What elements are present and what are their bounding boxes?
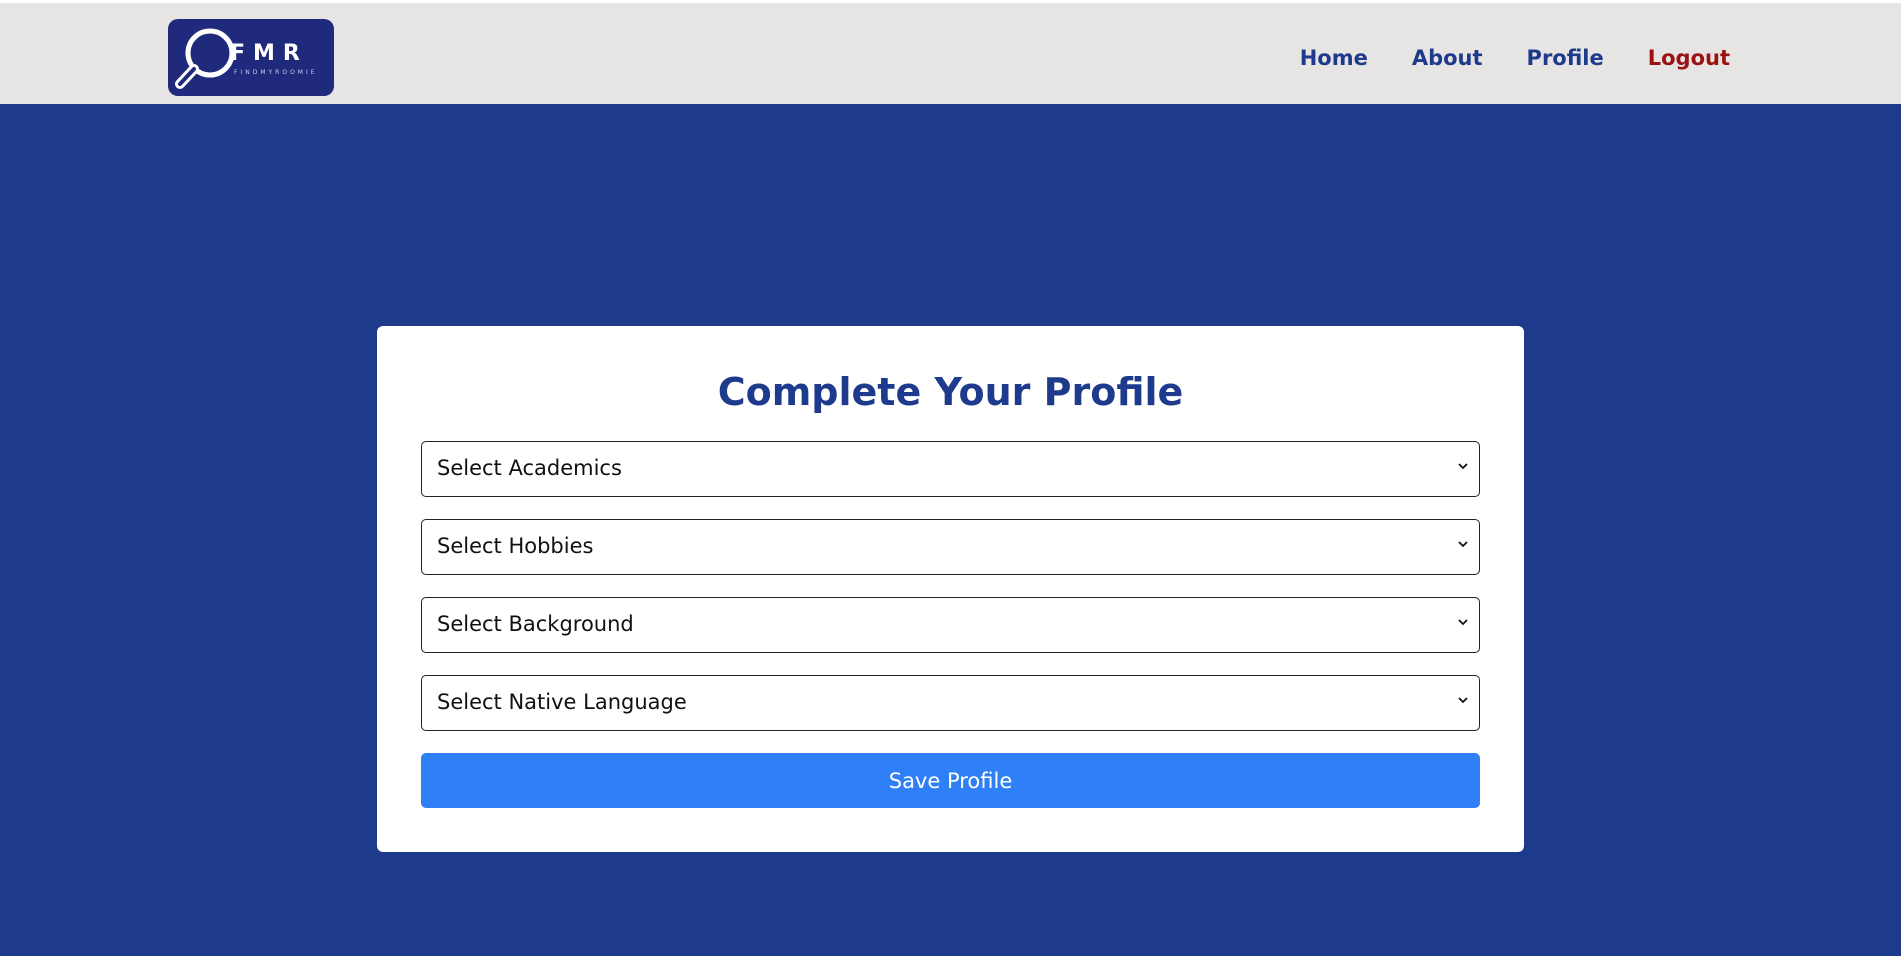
hobbies-select[interactable]: Select Hobbies — [421, 519, 1480, 575]
brand-logo[interactable]: FMR FINDMYROOMIE — [168, 19, 334, 96]
form-title: Complete Your Profile — [717, 370, 1184, 414]
hobbies-select-label: Select Hobbies — [437, 534, 594, 558]
nav-about-link[interactable]: About — [1412, 46, 1483, 70]
background-select[interactable]: Select Background — [421, 597, 1480, 653]
logo-text: FMR — [230, 41, 308, 66]
chevron-down-icon — [1458, 619, 1468, 626]
nav-profile-link[interactable]: Profile — [1527, 46, 1604, 70]
chevron-down-icon — [1458, 541, 1468, 548]
save-profile-button[interactable]: Save Profile — [421, 753, 1480, 808]
academics-select-label: Select Academics — [437, 456, 622, 480]
chevron-down-icon — [1458, 463, 1468, 470]
nav-home-link[interactable]: Home — [1300, 46, 1368, 70]
native-language-select-label: Select Native Language — [437, 690, 687, 714]
profile-form-card: Complete Your Profile Select Academics S… — [377, 326, 1524, 852]
main-nav: Home About Profile Logout — [1300, 46, 1730, 70]
academics-select[interactable]: Select Academics — [421, 441, 1480, 497]
nav-logout-link[interactable]: Logout — [1648, 46, 1730, 70]
chevron-down-icon — [1458, 697, 1468, 704]
logo-subtitle: FINDMYROOMIE — [234, 69, 318, 76]
background-select-label: Select Background — [437, 612, 634, 636]
top-navbar: FMR FINDMYROOMIE Home About Profile Logo… — [0, 0, 1901, 104]
native-language-select[interactable]: Select Native Language — [421, 675, 1480, 731]
